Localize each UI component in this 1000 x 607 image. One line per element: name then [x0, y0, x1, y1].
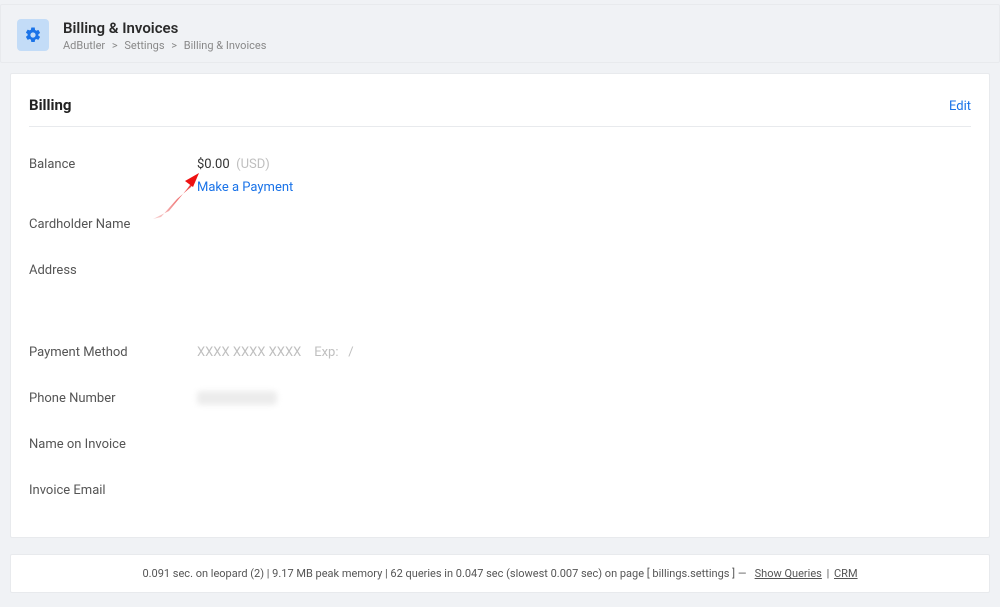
exp-value: / [348, 345, 353, 360]
phone-label: Phone Number [29, 391, 197, 406]
payment-method-row: Payment Method XXXX XXXX XXXX Exp: / [29, 323, 971, 369]
name-on-invoice-row: Name on Invoice [29, 415, 971, 461]
balance-label: Balance [29, 157, 197, 172]
breadcrumb-item[interactable]: Settings [124, 39, 164, 52]
make-payment-link[interactable]: Make a Payment [197, 180, 971, 195]
cardholder-label: Cardholder Name [29, 217, 197, 232]
card-mask: XXXX XXXX XXXX [197, 345, 301, 360]
exp-label: Exp: [314, 345, 338, 360]
breadcrumb-item: Billing & Invoices [184, 39, 267, 52]
page-header: Billing & Invoices AdButler > Settings >… [0, 4, 1000, 63]
invoice-email-row: Invoice Email [29, 461, 971, 507]
balance-row: Balance $0.00 (USD) Make a Payment [29, 135, 971, 195]
debug-footer: 0.091 sec. on leopard (2) | 9.17 MB peak… [10, 554, 990, 593]
show-queries-link[interactable]: Show Queries [755, 567, 822, 580]
payment-method-label: Payment Method [29, 345, 197, 360]
name-on-invoice-label: Name on Invoice [29, 437, 197, 452]
address-row: Address [29, 241, 971, 323]
crm-link[interactable]: CRM [834, 567, 858, 580]
breadcrumb: AdButler > Settings > Billing & Invoices [63, 39, 266, 52]
edit-link[interactable]: Edit [949, 99, 971, 114]
card-title: Billing [29, 96, 71, 114]
balance-amount: $0.00 [197, 157, 230, 172]
gear-icon [17, 19, 49, 51]
phone-row: Phone Number [29, 369, 971, 415]
billing-card: Billing Edit Balance $0.00 (USD) Make a … [10, 73, 990, 538]
breadcrumb-item[interactable]: AdButler [63, 39, 105, 52]
page-title: Billing & Invoices [63, 19, 266, 37]
cardholder-row: Cardholder Name [29, 195, 971, 241]
balance-currency-code: (USD) [236, 157, 270, 172]
redacted-blur [197, 391, 277, 405]
address-label: Address [29, 263, 197, 278]
footer-stats: 0.091 sec. on leopard (2) | 9.17 MB peak… [142, 567, 746, 580]
phone-value [197, 391, 971, 409]
invoice-email-label: Invoice Email [29, 483, 197, 498]
